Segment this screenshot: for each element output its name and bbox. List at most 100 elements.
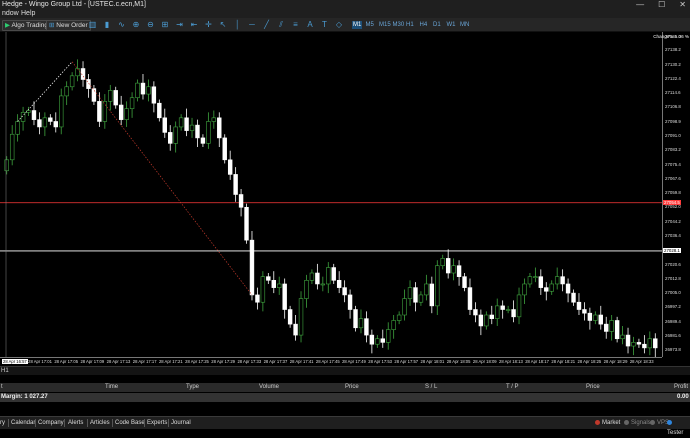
window-title: Hedge - Wingo Group Ltd - [USTEC.c.ecn,M… xyxy=(2,1,146,8)
candle-body xyxy=(342,287,347,296)
col-time[interactable]: Time xyxy=(105,383,118,392)
candle-body xyxy=(495,305,500,319)
cursor-icon[interactable]: ↖ xyxy=(219,20,228,29)
candle-body xyxy=(467,287,473,310)
price-tick: 27145.0 xyxy=(665,34,681,40)
zoom-out-icon[interactable]: ⊖ xyxy=(146,20,155,29)
timeframe-h1[interactable]: H1 xyxy=(406,21,414,29)
chart-bars-icon[interactable]: ▥ xyxy=(88,20,97,29)
col-current-price[interactable]: Price xyxy=(586,383,600,392)
trendline-icon[interactable]: ╱ xyxy=(262,20,271,29)
candle-body xyxy=(222,137,227,161)
menu-help[interactable]: Help xyxy=(21,9,35,18)
autoscroll-icon[interactable]: ⇥ xyxy=(175,20,184,29)
text-icon[interactable]: A xyxy=(306,20,315,29)
candle-body xyxy=(505,309,511,311)
price-tick: 27036.4 xyxy=(665,232,681,238)
chart-line-icon[interactable]: ∿ xyxy=(117,20,126,29)
col-tp[interactable]: T / P xyxy=(506,383,519,392)
crosshair-icon[interactable]: ✛ xyxy=(204,20,213,29)
col-price[interactable]: Price xyxy=(345,383,359,392)
tab-articles[interactable]: Articles xyxy=(90,418,110,428)
candle-body xyxy=(527,276,533,285)
tester-link[interactable]: Tester xyxy=(667,418,690,438)
col-type[interactable]: Type xyxy=(186,383,199,392)
horizontal-line-icon[interactable]: ─ xyxy=(248,20,257,29)
candle-body xyxy=(238,194,244,208)
price-scale[interactable]: Change% 5.06 % 27145.0 27138.2 27130.2 2712… xyxy=(653,32,690,357)
signals-link[interactable]: Signals xyxy=(624,418,651,428)
tab-experts[interactable]: Experts xyxy=(147,418,167,428)
time-tick: 28 Apr 16:57 xyxy=(2,359,28,364)
timeframe-h4[interactable]: H4 xyxy=(420,21,428,29)
timeframe-m30[interactable]: M30 xyxy=(393,21,405,29)
minimize-button[interactable]: — xyxy=(636,0,644,9)
new-order-button[interactable]: ⊞ New Order xyxy=(46,20,91,31)
col-ticket[interactable]: t xyxy=(1,383,3,392)
candle-body xyxy=(42,117,48,128)
candle-body xyxy=(195,124,200,139)
price-tick: 26973.8 xyxy=(665,347,681,353)
time-tick: 28 Apr 18:33 xyxy=(629,359,654,364)
timeframe-m1[interactable]: M1 xyxy=(352,21,363,29)
tab-alerts[interactable]: Alerts xyxy=(68,418,83,428)
time-tick: 28 Apr 18:17 xyxy=(525,359,549,364)
price-tick: 27130.2 xyxy=(665,61,681,67)
timeframe-d1[interactable]: D1 xyxy=(433,21,441,29)
timeframe-m5[interactable]: M5 xyxy=(366,21,374,29)
time-tick: 28 Apr 17:13 xyxy=(106,359,131,364)
candle-body xyxy=(571,292,576,303)
price-tick: 26997.2 xyxy=(665,304,681,310)
vertical-line-icon[interactable]: │ xyxy=(233,20,242,29)
candle-body xyxy=(614,320,620,340)
tab-journal[interactable]: Journal xyxy=(171,418,191,428)
timeframe-mn[interactable]: MN xyxy=(460,21,469,29)
tab-calendar[interactable]: Calendar xyxy=(11,418,35,428)
time-tick: 28 Apr 17:41 xyxy=(289,359,314,364)
timeframe-m15[interactable]: M15 xyxy=(379,21,391,29)
candle-body xyxy=(146,86,151,95)
time-tick: 28 Apr 17:37 xyxy=(263,359,288,364)
chart-candles-icon[interactable]: ▮ xyxy=(103,20,112,29)
time-axis[interactable]: 28 Apr 16:57 28 Apr 17:01 28 Apr 17:05 28 A… xyxy=(0,357,662,365)
candle-body xyxy=(353,309,358,329)
col-sl[interactable]: S / L xyxy=(425,383,437,392)
vps-icon xyxy=(650,419,655,425)
candle-body xyxy=(26,110,31,113)
tab-history[interactable]: ry xyxy=(0,418,5,428)
market-icon xyxy=(595,419,600,425)
shapes-icon[interactable]: ◇ xyxy=(335,20,344,29)
equidistant-channel-icon[interactable]: ⫽ xyxy=(277,20,286,29)
time-tick: 28 Apr 18:21 xyxy=(551,359,576,364)
menu-window[interactable]: ndow xyxy=(2,9,19,18)
candle-body xyxy=(582,309,587,314)
grid-icon[interactable]: ⊞ xyxy=(161,20,170,29)
chart-shift-icon[interactable]: ⇤ xyxy=(190,20,199,29)
label-icon[interactable]: T xyxy=(320,20,329,29)
price-chart[interactable] xyxy=(0,32,662,357)
candle-body xyxy=(282,283,287,310)
candle-body xyxy=(429,283,435,307)
timeframe-w1[interactable]: W1 xyxy=(447,21,456,29)
candle-body xyxy=(576,301,582,310)
market-link[interactable]: Market xyxy=(595,418,620,428)
candle-body xyxy=(604,323,609,332)
fibonacci-icon[interactable]: ≡ xyxy=(291,20,300,29)
col-volume[interactable]: Volume xyxy=(259,383,279,392)
candle-body xyxy=(533,276,538,278)
maximize-button[interactable]: ☐ xyxy=(658,0,665,9)
candle-body xyxy=(396,314,402,321)
time-tick: 28 Apr 18:05 xyxy=(446,359,471,364)
time-tick: 28 Apr 17:33 xyxy=(237,359,262,364)
tab-code-base[interactable]: Code Base xyxy=(115,418,145,428)
candlestick-chart[interactable] xyxy=(0,32,662,357)
candle-body xyxy=(304,280,309,299)
candle-body xyxy=(326,267,331,285)
time-tick: 28 Apr 18:25 xyxy=(577,359,602,364)
algo-trading-button[interactable]: ▶ Algo Trading xyxy=(2,20,51,31)
tab-company[interactable]: Company xyxy=(38,418,64,428)
close-button[interactable]: ✕ xyxy=(679,0,686,9)
price-tick: 27114.6 xyxy=(665,89,681,95)
col-profit[interactable]: Profit xyxy=(674,383,688,392)
zoom-in-icon[interactable]: ⊕ xyxy=(132,20,141,29)
